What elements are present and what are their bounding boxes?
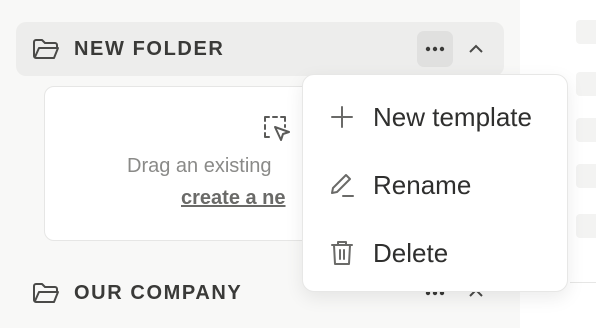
folder-label: OUR COMPANY (74, 281, 243, 304)
menu-item-rename[interactable]: Rename (303, 157, 567, 213)
menu-item-delete[interactable]: Delete (303, 225, 567, 281)
menu-item-new-template[interactable]: New template (303, 89, 567, 145)
create-template-link[interactable]: create a ne (181, 187, 286, 210)
menu-item-label: New template (373, 101, 532, 132)
folder-icon (32, 37, 60, 61)
content-stub (576, 118, 596, 142)
drag-select-icon (264, 116, 290, 141)
trash-icon (327, 238, 357, 268)
chevron-up-icon (469, 44, 483, 53)
content-stub (576, 72, 596, 96)
divider (570, 282, 596, 283)
content-stub (576, 164, 596, 188)
folder-context-menu: New template Rename Delete (302, 74, 568, 292)
menu-item-label: Delete (373, 237, 449, 268)
pencil-icon (327, 170, 357, 200)
plus-icon (327, 102, 357, 132)
dropzone-text: Drag an existing (127, 155, 272, 177)
content-stub (576, 214, 596, 238)
ellipsis-icon (425, 46, 445, 52)
menu-item-label: Rename (373, 169, 472, 200)
folder-label: NEW FOLDER (74, 37, 225, 60)
more-options-button[interactable] (417, 31, 453, 67)
folder-icon (32, 281, 60, 305)
collapse-button[interactable] (458, 31, 494, 67)
content-stub (576, 20, 596, 44)
